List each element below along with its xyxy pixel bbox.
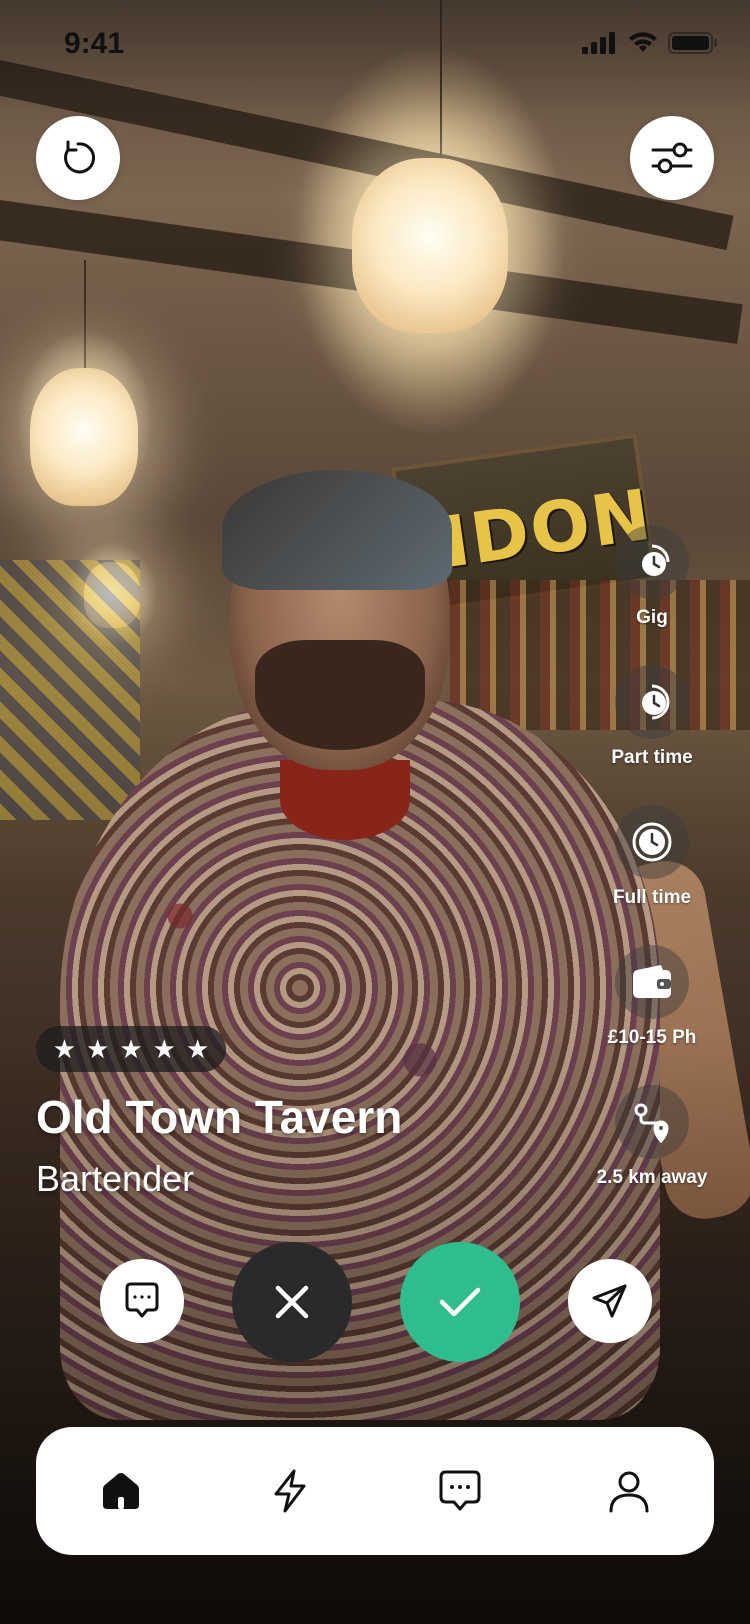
chat-icon bbox=[439, 1470, 481, 1511]
reject-button[interactable] bbox=[232, 1242, 352, 1362]
profile-icon bbox=[609, 1471, 649, 1513]
home-icon bbox=[102, 1473, 139, 1509]
wallet-icon bbox=[615, 945, 689, 1019]
filter-button[interactable] bbox=[630, 116, 714, 200]
wifi-icon bbox=[629, 32, 657, 52]
star-icon: ★ bbox=[52, 1034, 77, 1064]
send-icon bbox=[592, 1284, 627, 1318]
attribute-label: Full time bbox=[612, 887, 692, 908]
attribute-full-time: Full time bbox=[567, 805, 737, 909]
pendant-lamp bbox=[352, 158, 508, 333]
status-time: 9:41 bbox=[64, 27, 125, 60]
nav-home[interactable] bbox=[81, 1451, 161, 1531]
message-button[interactable] bbox=[100, 1259, 184, 1343]
status-icons bbox=[582, 32, 718, 54]
message-icon bbox=[125, 1282, 159, 1318]
check-icon bbox=[439, 1287, 481, 1317]
person-collar bbox=[280, 760, 410, 840]
nav-profile[interactable] bbox=[589, 1451, 669, 1531]
route-icon bbox=[615, 1085, 689, 1159]
attribute-label: Gig bbox=[636, 607, 668, 628]
person-hat bbox=[222, 470, 452, 590]
lightning-icon bbox=[274, 1469, 306, 1513]
attribute-part-time: Part time bbox=[567, 665, 737, 769]
attribute-label: Part time bbox=[611, 747, 693, 768]
star-icon: ★ bbox=[86, 1034, 110, 1064]
battery-icon bbox=[668, 32, 717, 54]
attribute-pay: £10-15 Ph bbox=[567, 945, 737, 1049]
wall-tiles bbox=[0, 560, 140, 820]
pendant-lamp bbox=[30, 368, 138, 506]
undo-icon bbox=[64, 140, 96, 174]
share-button[interactable] bbox=[568, 1259, 652, 1343]
nav-boost[interactable] bbox=[250, 1451, 330, 1531]
star-icon: ★ bbox=[185, 1034, 210, 1064]
half-clock-icon bbox=[615, 665, 689, 739]
nav-chat[interactable] bbox=[420, 1451, 500, 1531]
rating-stars: ★ ★ ★ ★ ★ bbox=[36, 1026, 226, 1072]
bottom-nav bbox=[36, 1427, 714, 1555]
venue-name: Old Town Tavern bbox=[36, 1091, 403, 1143]
signal-icon bbox=[582, 32, 615, 54]
clock-icon bbox=[615, 805, 689, 879]
person-beard bbox=[255, 640, 425, 750]
attribute-label: 2.5 km away bbox=[596, 1167, 708, 1188]
job-role: Bartender bbox=[36, 1158, 195, 1199]
close-icon bbox=[275, 1285, 309, 1319]
sliders-icon bbox=[651, 142, 693, 174]
undo-button[interactable] bbox=[36, 116, 120, 200]
lamp-cord bbox=[84, 260, 86, 370]
attribute-label: £10-15 Ph bbox=[607, 1027, 697, 1048]
attribute-gig: Gig bbox=[567, 525, 737, 629]
accept-button[interactable] bbox=[400, 1242, 520, 1362]
attribute-distance: 2.5 km away bbox=[567, 1085, 737, 1189]
star-icon: ★ bbox=[119, 1034, 143, 1064]
star-icon: ★ bbox=[152, 1034, 176, 1064]
quarter-clock-icon bbox=[615, 525, 689, 599]
